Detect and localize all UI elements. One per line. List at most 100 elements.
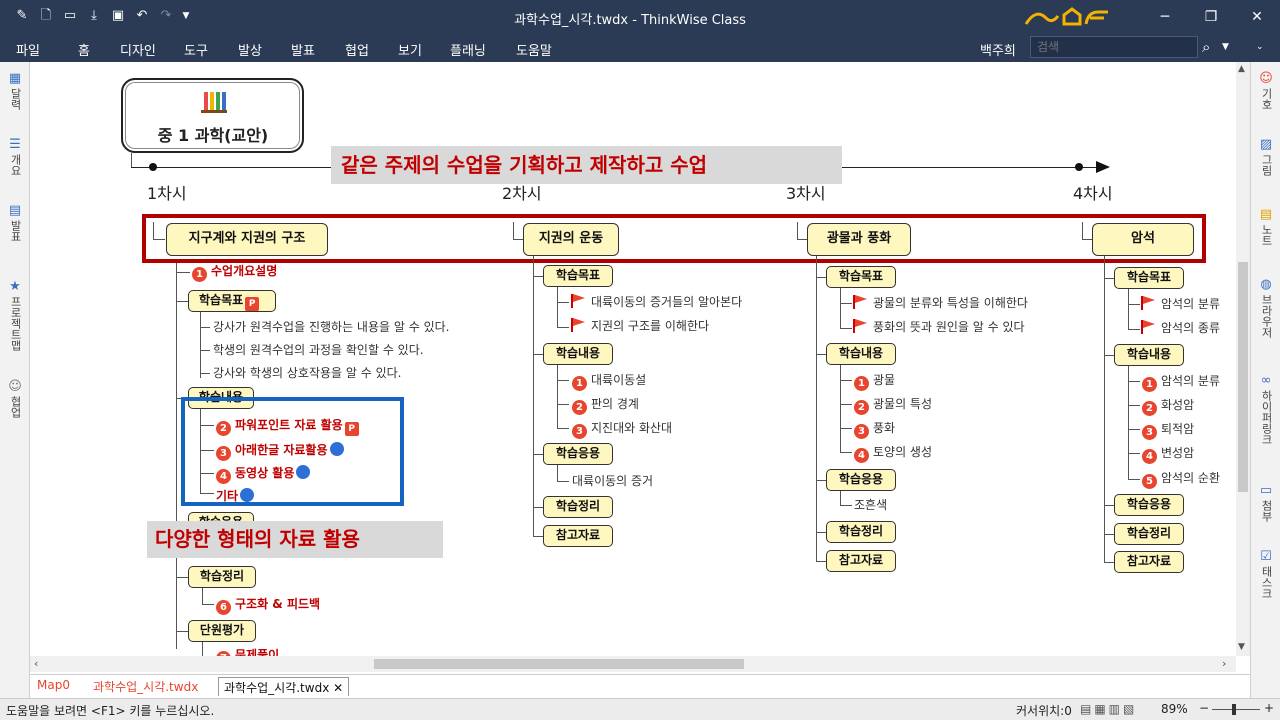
scroll-left-icon[interactable]: ‹	[34, 657, 38, 670]
col2-goal-1[interactable]: 대륙이동의 증거들의 알아본다	[570, 294, 742, 310]
sidebar-item-outline[interactable]: ☰ 개요	[0, 138, 30, 177]
col2-content-br3	[557, 428, 569, 429]
col4-content-3[interactable]: 3 퇴적암	[1142, 421, 1194, 440]
sidebar-item-collab[interactable]: ☺ 협업	[0, 380, 30, 419]
col2-goals-spine	[557, 287, 558, 327]
col1-summary-item[interactable]: 6 구조화 & 피드백	[216, 596, 320, 615]
col3-content-2[interactable]: 2 광물의 특성	[854, 396, 932, 415]
col4-content-2[interactable]: 2 화성암	[1142, 397, 1194, 416]
menu-home[interactable]: 홈	[78, 40, 90, 59]
menu-tools[interactable]: 도구	[184, 40, 208, 59]
col1-overview[interactable]: 1 수업개요설명	[192, 263, 277, 282]
zoom-slider-thumb[interactable]	[1232, 704, 1236, 715]
ribbon-toggle-icon[interactable]: ⌄	[1256, 42, 1264, 52]
menu-help[interactable]: 도움말	[516, 40, 552, 59]
vertical-scrollbar[interactable]: ▲ ▼	[1236, 62, 1250, 656]
col1-goal-3[interactable]: 강사와 학생의 상호작용을 알 수 있다.	[213, 365, 402, 381]
zoom-slider[interactable]	[1212, 709, 1260, 710]
col1-eval-node[interactable]: 단원평가	[188, 620, 256, 642]
col3-content-node[interactable]: 학습내용	[826, 343, 896, 365]
col1-eval-item[interactable]: 7문제풀이	[216, 647, 279, 656]
col1-goals-node[interactable]: 학습목표 P	[188, 290, 276, 312]
col2-goal-2[interactable]: 지권의 구조를 이해한다	[570, 318, 709, 334]
sidebar-item-calendar[interactable]: ▦ 달력	[0, 72, 30, 111]
menu-ideation[interactable]: 발상	[238, 40, 262, 59]
search-dropdown-icon[interactable]: ▼	[1222, 42, 1229, 52]
sidebar-item-image[interactable]: ▨ 그림	[1251, 138, 1280, 177]
menu-file[interactable]: 파일	[16, 40, 40, 59]
col4-ref-node[interactable]: 참고자료	[1114, 551, 1184, 573]
vertical-scroll-thumb[interactable]	[1238, 262, 1248, 492]
zoom-in-icon[interactable]: +	[1264, 701, 1274, 715]
sidebar-item-symbol[interactable]: ☺ 기호	[1251, 72, 1280, 111]
tab-map0[interactable]: Map0	[32, 677, 75, 696]
col2-content-3[interactable]: 3 지진대와 화산대	[572, 420, 672, 439]
sidebar-item-attach[interactable]: ▭ 첨부	[1251, 484, 1280, 523]
sidebar-item-presentation[interactable]: ▤ 발표	[0, 204, 30, 243]
minimize-icon[interactable]: ─	[1152, 6, 1178, 28]
star-icon: ★	[9, 279, 21, 294]
tab-file-2-active[interactable]: 과학수업_시각.twdx ✕	[218, 677, 350, 696]
col2-content-node[interactable]: 학습내용	[543, 343, 613, 365]
sidebar-item-browser[interactable]: ◍ 브라우저	[1251, 278, 1280, 339]
scroll-up-icon[interactable]: ▲	[1238, 64, 1245, 74]
col2-branch-summary	[533, 507, 543, 508]
col1-summary-node[interactable]: 학습정리	[188, 566, 256, 588]
col2-apply-item-1[interactable]: 대륙이동의 증거	[572, 473, 653, 489]
sidebar-item-hyperlink[interactable]: ∞ 하이퍼링크	[1251, 374, 1280, 446]
col3-content-1[interactable]: 1 광물	[854, 372, 895, 391]
restore-icon[interactable]: ❐	[1198, 6, 1224, 28]
close-icon[interactable]: ✕	[1244, 6, 1270, 28]
col4-goals-node[interactable]: 학습목표	[1114, 267, 1184, 289]
col4-content-1[interactable]: 1 암석의 분류	[1142, 373, 1220, 392]
horizontal-scrollbar[interactable]: ‹ ›	[30, 656, 1236, 672]
col4-content-5[interactable]: 5 암석의 순환	[1142, 470, 1220, 489]
col2-apply-node[interactable]: 학습응용	[543, 443, 613, 465]
col3-summary-node[interactable]: 학습정리	[826, 521, 896, 543]
user-name[interactable]: 백주희	[980, 40, 1016, 59]
sidebar-item-projectmap[interactable]: ★ 프로젝트맵	[0, 279, 30, 352]
col2-content-1[interactable]: 1 대륙이동설	[572, 372, 646, 391]
menu-collab[interactable]: 협업	[345, 40, 369, 59]
close-tab-icon[interactable]: ✕	[333, 681, 343, 695]
sidebar-item-task[interactable]: ☑ 태스크	[1251, 550, 1280, 600]
col3-goals-node[interactable]: 학습목표	[826, 266, 896, 288]
search-input[interactable]	[1030, 36, 1198, 58]
col3-apply-node[interactable]: 학습응용	[826, 469, 896, 491]
col3-goal-2[interactable]: 풍화의 뜻과 원인을 알 수 있다	[852, 319, 1025, 335]
menu-planning[interactable]: 플래닝	[450, 40, 486, 59]
col4-content-4[interactable]: 4 변성암	[1142, 445, 1194, 464]
horizontal-scroll-thumb[interactable]	[374, 659, 744, 669]
col3-content-br2	[840, 404, 852, 405]
menu-present[interactable]: 발표	[291, 40, 315, 59]
col4-goal-2[interactable]: 암석의 종류	[1140, 320, 1220, 336]
status-cursor: 커서위치:0	[1016, 704, 1072, 718]
menu-design[interactable]: 디자인	[120, 40, 156, 59]
map-canvas[interactable]: 중 1 과학(교안) 1차시 2차시 3차시 4차시 같은 주제의 수업을 기획…	[30, 62, 1235, 656]
view-mode-icons[interactable]: ▤▦▥▧	[1080, 702, 1137, 716]
scroll-right-icon[interactable]: ›	[1222, 657, 1226, 670]
col3-goal-1[interactable]: 광물의 분류와 특성을 이해한다	[852, 295, 1028, 311]
col2-content-2[interactable]: 2 판의 경계	[572, 396, 639, 415]
col3-ref-node[interactable]: 참고자료	[826, 550, 896, 572]
col1-goal-1[interactable]: 강사가 원격수업을 진행하는 내용을 알 수 있다.	[213, 319, 449, 335]
sidebar-item-note[interactable]: ▤ 노트	[1251, 208, 1280, 247]
tab-file-1[interactable]: 과학수업_시각.twdx	[88, 677, 203, 696]
scroll-down-icon[interactable]: ▼	[1238, 642, 1245, 652]
col3-apply-item-1[interactable]: 조흔색	[854, 497, 887, 513]
col4-apply-node[interactable]: 학습응용	[1114, 494, 1184, 516]
col2-ref-node[interactable]: 참고자료	[543, 525, 613, 547]
col4-summary-node[interactable]: 학습정리	[1114, 523, 1184, 545]
col2-goals-node[interactable]: 학습목표	[543, 265, 613, 287]
col2-summary-node[interactable]: 학습정리	[543, 496, 613, 518]
zoom-out-icon[interactable]: −	[1199, 701, 1209, 715]
search-icon[interactable]: ⌕	[1202, 38, 1210, 56]
col4-content-node[interactable]: 학습내용	[1114, 344, 1184, 366]
col1-goal-2[interactable]: 학생의 원격수업의 과정을 확인할 수 있다.	[213, 342, 424, 358]
menu-view[interactable]: 보기	[398, 40, 422, 59]
col4-goal-1[interactable]: 암석의 분류	[1140, 296, 1220, 312]
col3-content-3[interactable]: 3 풍화	[854, 420, 895, 439]
col3-content-4[interactable]: 4 토양의 생성	[854, 444, 932, 463]
root-node[interactable]: 중 1 과학(교안)	[121, 78, 304, 153]
col3-content-br4	[840, 452, 852, 453]
